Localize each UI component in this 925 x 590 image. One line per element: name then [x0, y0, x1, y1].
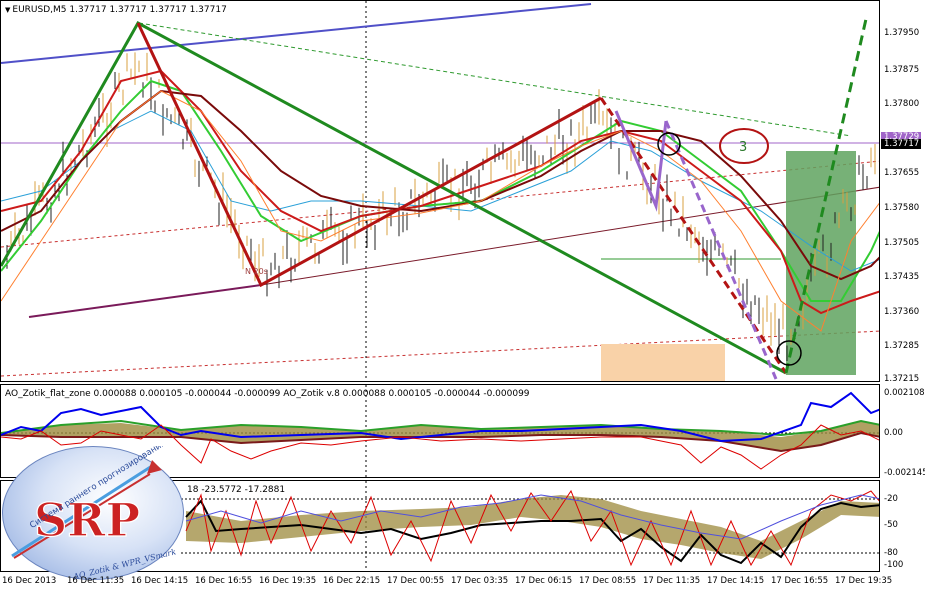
price-tick: 1.37505: [884, 238, 920, 248]
time-tick: 17 Dec 03:35: [451, 576, 509, 586]
price-tick: 1.37655: [884, 168, 920, 178]
srp-logo: SRP Система раннего прогнозирования AO_Z…: [2, 446, 184, 580]
ma-red: [1, 69, 879, 315]
swing-label: N 20s: [245, 267, 268, 276]
dotted-green-line: [138, 22, 852, 137]
wpr-axis: -20 -50 -80 -100: [880, 480, 925, 572]
wpr-tick: -100: [884, 560, 904, 570]
time-tick: 17 Dec 19:35: [835, 576, 893, 586]
ma-green: [1, 79, 879, 302]
wpr-tick: -50: [884, 520, 898, 530]
time-tick: 16 Dec 2013: [2, 576, 57, 586]
logo-art: SRP Система раннего прогнозирования AO_Z…: [11, 446, 177, 580]
wave-3-label: 3: [739, 140, 747, 155]
price-chart-panel[interactable]: 3 N 20s ▼ EURUSD,M5 1.37717 1.37717 1.377…: [0, 0, 880, 382]
time-tick: 17 Dec 14:15: [707, 576, 765, 586]
wpr-caption: 18 -23.5772 -17.2881: [187, 485, 286, 495]
wpr-tick: -80: [884, 548, 898, 558]
price-tick: 1.37360: [884, 307, 920, 317]
lower-channel-line: [28, 284, 262, 318]
ma-blue: [1, 110, 879, 272]
ao-caption: AO_Zotik_flat_zone 0.000088 0.000105 -0.…: [5, 389, 530, 399]
ao-tick: -0.002145: [884, 468, 925, 478]
ao-axis: 0.002108 0.00 -0.002145: [880, 384, 925, 478]
price-tick: 1.37580: [884, 203, 920, 213]
time-axis: 16 Dec 2013 16 Dec 11:35 16 Dec 14:15 16…: [0, 574, 925, 590]
price-tick: 1.37215: [884, 374, 920, 384]
wpr-tick: -20: [884, 494, 898, 504]
symbol-caption: EURUSD,M5 1.37717 1.37717 1.37717 1.3771…: [12, 5, 227, 15]
price-tick: 1.37800: [884, 99, 920, 109]
main-chart-caption: ▼ EURUSD,M5 1.37717 1.37717 1.37717 1.377…: [5, 5, 227, 15]
collapse-triangle-icon[interactable]: ▼: [5, 6, 10, 14]
price-tick: 1.37435: [884, 272, 920, 282]
ao-tick: 0.00: [884, 428, 903, 438]
flat-zone-box: [601, 344, 725, 381]
wave-red: [136, 22, 602, 288]
ao-tick: 0.002108: [884, 388, 925, 398]
price-tick: 1.37950: [884, 28, 920, 38]
time-tick: 16 Dec 19:35: [259, 576, 317, 586]
price-chart-canvas: 3 N 20s: [1, 1, 879, 381]
time-tick: 17 Dec 16:55: [771, 576, 829, 586]
price-tick: 1.37875: [884, 65, 920, 75]
target-zone-box: [786, 151, 856, 375]
time-tick: 17 Dec 06:15: [515, 576, 573, 586]
price-tick: 1.37285: [884, 341, 920, 351]
time-tick: 17 Dec 11:35: [643, 576, 701, 586]
wpr-fill: [186, 495, 879, 559]
time-tick: 16 Dec 22:15: [323, 576, 381, 586]
price-tag-bid: 1.37717: [881, 139, 921, 149]
time-tick: 17 Dec 08:55: [579, 576, 637, 586]
price-axis: 1.37950 1.37875 1.37800 1.37655 1.37580 …: [880, 0, 925, 384]
time-tick: 16 Dec 16:55: [195, 576, 253, 586]
time-tick: 16 Dec 11:35: [67, 576, 125, 586]
time-tick: 17 Dec 00:55: [387, 576, 445, 586]
time-tick: 16 Dec 14:15: [131, 576, 189, 586]
